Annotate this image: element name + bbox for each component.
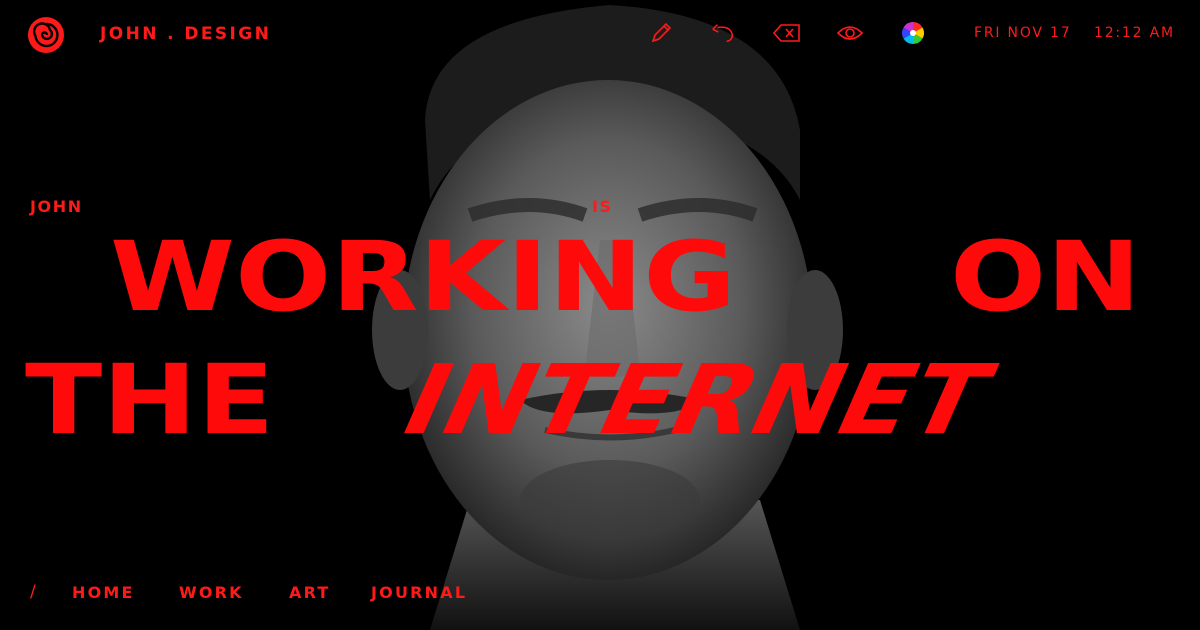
eye-icon[interactable] xyxy=(835,20,865,46)
nav-item-art[interactable]: ART xyxy=(289,583,331,602)
page: JOHN . DESIGN FRI NOV 17 12:12 AM JOHN I… xyxy=(0,0,1200,630)
headline-the: THE xyxy=(25,344,275,456)
backspace-icon[interactable] xyxy=(772,20,802,46)
nav-separator: / xyxy=(30,582,36,602)
pencil-icon[interactable] xyxy=(648,20,674,46)
headline-on: ON xyxy=(950,221,1142,333)
brand-name[interactable]: JOHN . DESIGN xyxy=(100,24,271,44)
date-display: FRI NOV 17 xyxy=(974,25,1072,41)
spiral-logo-icon[interactable] xyxy=(27,16,65,54)
nav-item-journal[interactable]: JOURNAL xyxy=(371,583,467,602)
color-wheel-icon[interactable] xyxy=(900,20,926,46)
nav-item-home[interactable]: HOME xyxy=(72,583,135,602)
headline-working: WORKING xyxy=(110,221,737,333)
headline-subject: JOHN xyxy=(30,197,83,216)
time-display: 12:12 AM xyxy=(1094,25,1175,41)
headline-verb: IS xyxy=(592,197,613,216)
nav-item-work[interactable]: WORK xyxy=(179,583,244,602)
headline-internet: INTERNET xyxy=(384,344,1009,456)
undo-icon[interactable] xyxy=(710,20,736,46)
